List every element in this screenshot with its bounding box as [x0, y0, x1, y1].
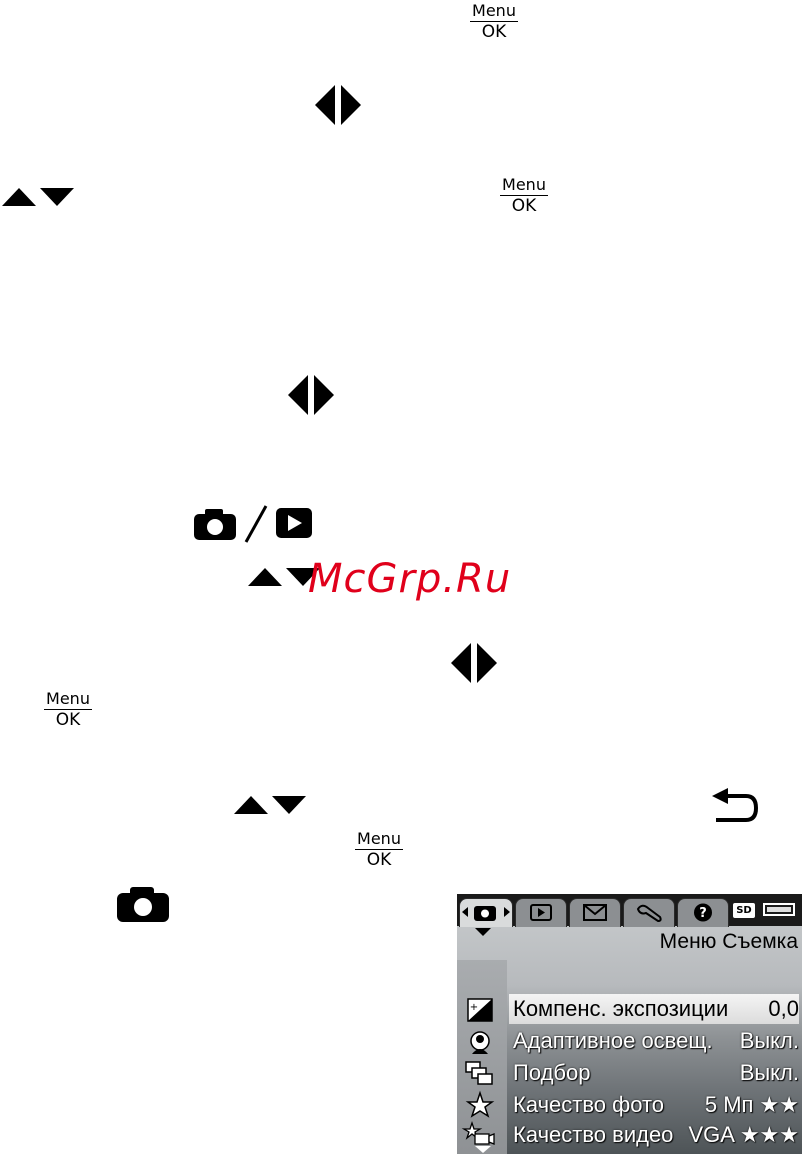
exposure-compensation-icon: + [467, 998, 493, 1022]
menu-item-label: Качество фото [513, 1092, 665, 1117]
svg-text:?: ? [699, 906, 707, 921]
menu-item-value: Выкл. [739, 1028, 799, 1053]
left-right-arrows-icon [451, 643, 497, 683]
left-right-arrows-icon [288, 375, 334, 415]
menu-item-label: Компенс. экспозиции [513, 996, 729, 1021]
chevron-down-icon [475, 1146, 491, 1153]
playback-icon [530, 904, 552, 921]
menu-label: Menu [470, 2, 518, 22]
envelope-icon [583, 904, 607, 921]
menu-label: Menu [355, 830, 403, 850]
help-icon: ? [694, 903, 712, 922]
left-right-arrows-icon [315, 85, 361, 125]
menu-title: Меню Съемка [659, 930, 798, 953]
bracketing-icon [465, 1061, 493, 1085]
video-quality-star-icon [461, 1120, 495, 1145]
svg-text:+: + [470, 1002, 478, 1013]
tab-playback[interactable] [515, 898, 567, 927]
up-down-arrows-icon [2, 188, 74, 206]
chevron-down-icon [475, 928, 491, 936]
watermark-text: McGrp.Ru [308, 556, 512, 602]
menu-label: Menu [500, 176, 548, 196]
up-down-arrows-icon [234, 796, 306, 814]
ok-label: OK [481, 22, 507, 42]
menu-item-exposure-compensation[interactable]: Компенс. экспозиции 0,0 [509, 994, 799, 1024]
camera-icon [194, 509, 236, 540]
battery-icon [763, 903, 795, 916]
menu-item-label: Качество видео [513, 1122, 674, 1147]
menu-ok-symbol-1: Menu OK [470, 2, 518, 41]
menu-item-value: Выкл. [739, 1060, 799, 1085]
camera-icon [117, 887, 169, 922]
back-arrow-icon [712, 788, 759, 822]
menu-item-value: 0,0 [768, 996, 799, 1021]
menu-item-label: Подбор [513, 1060, 591, 1085]
tab-capture[interactable] [459, 898, 513, 927]
menu-item-value: VGA ★★★ [688, 1122, 799, 1147]
wrench-icon [636, 904, 662, 923]
menu-ok-symbol-4: Menu OK [355, 830, 403, 869]
ok-label: OK [55, 710, 81, 730]
ok-label: OK [366, 850, 392, 870]
menu-label: Menu [44, 690, 92, 710]
adaptive-lighting-icon [470, 1031, 490, 1054]
tab-setup[interactable] [623, 898, 675, 927]
camera-icon [462, 906, 510, 921]
menu-item-label: Адаптивное освещ. [513, 1028, 713, 1053]
menu-ok-symbol-2: Menu OK [500, 176, 548, 215]
ok-label: OK [511, 196, 537, 216]
menu-item-bracketing[interactable]: Подбор Выкл. [509, 1058, 799, 1088]
star-icon [465, 1090, 495, 1118]
menu-item-photo-quality[interactable]: Качество фото 5 Мп ★★ [509, 1090, 799, 1120]
slash-separator-icon [244, 505, 268, 543]
menu-item-video-quality[interactable]: Качество видео VGA ★★★ [509, 1120, 799, 1150]
tab-share[interactable] [569, 898, 621, 927]
camera-lcd-screen: ? SD Меню Съемка + Компенс. экспозиции 0… [457, 894, 802, 1154]
sd-card-badge: SD [733, 903, 755, 918]
menu-item-value: 5 Мп ★★ [704, 1092, 799, 1117]
playback-icon [276, 508, 312, 538]
menu-item-adaptive-lighting[interactable]: Адаптивное освещ. Выкл. [509, 1026, 799, 1056]
menu-ok-symbol-3: Menu OK [44, 690, 92, 729]
menu-tab-bar: ? SD [457, 894, 802, 927]
tab-help[interactable]: ? [677, 898, 729, 927]
